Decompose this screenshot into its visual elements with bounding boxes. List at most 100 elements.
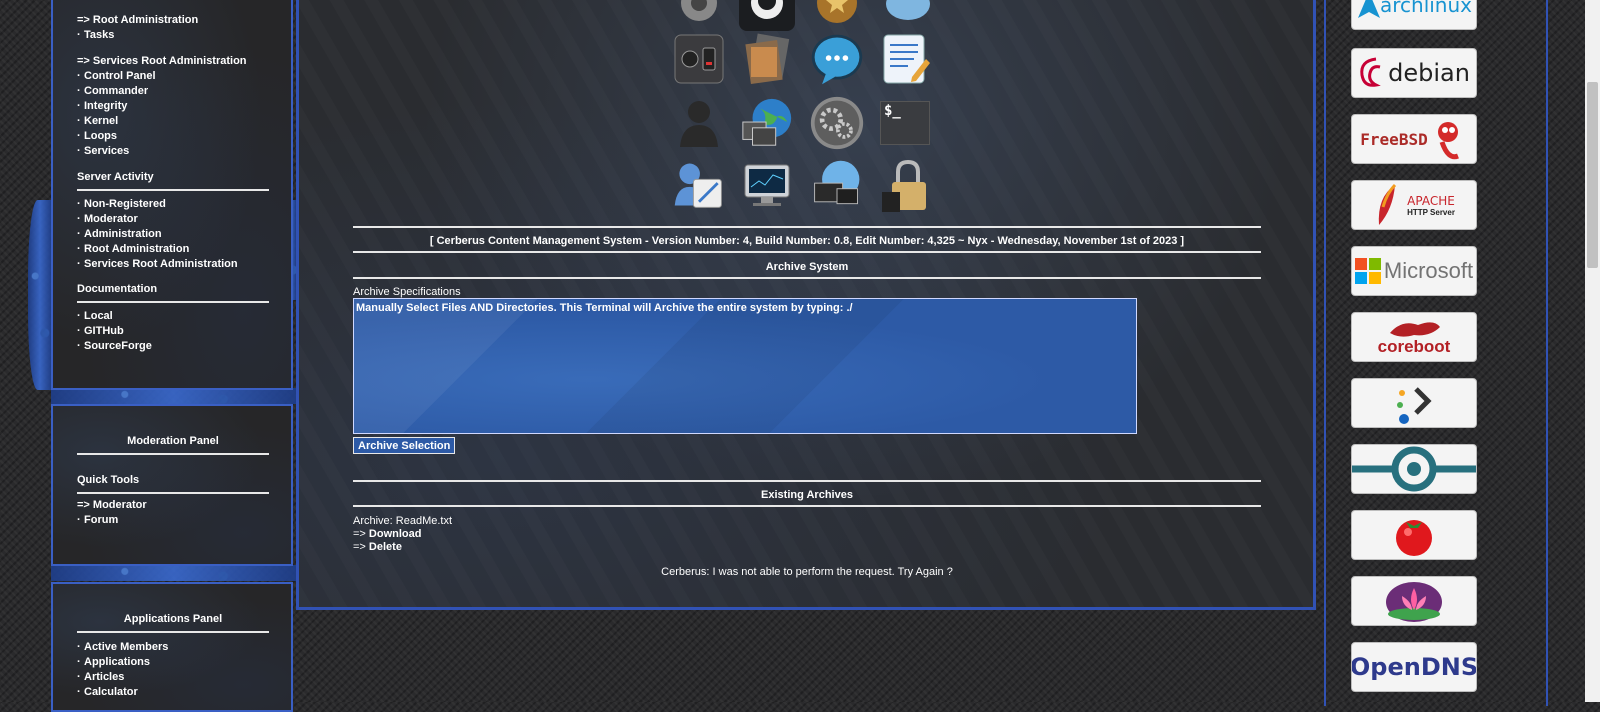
sidebar-item-articles[interactable]: Articles [84,671,124,683]
sidebar-item-root-administration[interactable]: Root Administration [84,243,189,255]
divider [77,189,269,191]
download-row: => Download [353,528,421,541]
devices-globe-icon[interactable] [809,157,865,213]
sidebar-item-forum[interactable]: Forum [84,514,118,526]
user-icon[interactable] [671,95,727,151]
dots-chevron-icon [1397,387,1432,424]
gears-icon[interactable] [809,95,865,151]
sidebar-item-github[interactable]: GITHub [84,325,124,337]
archive-specifications-input[interactable]: Manually Select Files AND Directories. T… [353,298,1137,434]
lotus-logo[interactable] [1351,576,1477,626]
monitor-icon[interactable] [739,157,795,213]
sidebar-item-tasks[interactable]: Tasks [84,29,114,41]
coreboot-label: coreboot [1377,337,1451,356]
sidebar-item-integrity[interactable]: Integrity [84,100,127,112]
existing-archives-title: Existing Archives [761,489,853,501]
sidebar-item-control-panel[interactable]: Control Panel [84,70,156,82]
archive-selection-button[interactable]: Archive Selection [353,437,456,454]
admin-user-icon[interactable] [671,157,727,213]
version-banner: [ Cerberus Content Management System - V… [429,235,1185,247]
chat-bubbles-icon[interactable] [877,0,933,31]
dots-chevron-logo[interactable] [1351,378,1477,428]
sidebar-item-services-root-administration[interactable]: Services Root Administration [84,258,238,270]
moderation-panel: Moderation Panel Quick Tools => Moderato… [51,404,293,566]
tomato-logo[interactable] [1351,510,1477,560]
divider [353,226,1261,228]
divider [353,251,1261,253]
moderation-panel-title: Moderation Panel [127,435,219,447]
sidebar-item-commander[interactable]: Commander [84,85,148,97]
microsoft-logo[interactable]: Microsoft [1351,246,1477,296]
power-switch-icon[interactable] [671,31,727,87]
ring-logo[interactable] [1351,444,1477,494]
status-message: Cerberus: I was not able to perform the … [661,566,953,578]
ring-icon [1352,446,1476,492]
github-icon[interactable] [739,0,795,31]
text-editor-icon[interactable] [877,31,933,87]
terminal-icon[interactable]: $_ [877,95,933,151]
archive-system-title: Archive System [765,261,849,273]
services-root-administration-link[interactable]: => Services Root Administration [77,55,247,67]
lock-icon[interactable] [877,157,933,213]
applications-panel-title: Applications Panel [123,613,223,625]
sidebar-item-active-members[interactable]: Active Members [84,641,168,653]
divider [77,492,269,494]
sidebar-item-calculator[interactable]: Calculator [84,686,138,698]
coreboot-rabbit-icon [1390,322,1440,337]
sidebar-item-kernel[interactable]: Kernel [84,115,118,127]
sidebar-item-sourceforge[interactable]: SourceForge [84,340,152,352]
archlinux-label: archlinux [1379,0,1472,17]
network-globe-icon[interactable] [739,95,795,151]
sidebar-item-administration[interactable]: Administration [84,228,162,240]
opendns-logo[interactable]: OpenDNS [1351,642,1477,692]
coreboot-logo[interactable]: coreboot [1351,312,1477,362]
debian-label: debian [1388,59,1470,87]
debian-swirl-icon [1360,57,1381,87]
apache-feather-icon [1378,183,1397,225]
sidebar-decorative-edge [51,388,297,404]
terminal-glyph: $_ [880,101,930,145]
sidebar-nav-panel: => Root Administration · Tasks => Service… [51,0,293,390]
tomato-icon [1396,520,1432,556]
scrollbar-thumb[interactable] [1587,82,1598,268]
divider [77,631,269,633]
arrow: => [353,528,366,540]
sidebar-item-applications[interactable]: Applications [84,656,150,668]
freebsd-label: FreeBSD [1360,129,1428,149]
os-logo-column: archlinux debian FreeBSD APACHE HTTP Ser… [1324,0,1548,706]
applications-panel: Applications Panel · Active Members · Appl… [51,582,293,712]
archive-file-label: Archive: ReadMe.txt [353,515,453,527]
sidebar-item-local[interactable]: Local [84,310,113,322]
delete-link[interactable]: Delete [369,541,402,553]
divider [353,480,1261,482]
badge-icon[interactable] [809,0,865,31]
root-administration-link[interactable]: => Root Administration [77,14,198,26]
freebsd-logo[interactable]: FreeBSD [1351,114,1477,164]
moderator-link[interactable]: => Moderator [77,499,147,511]
security-camera-icon[interactable] [671,0,727,31]
lotus-icon [1386,582,1442,622]
sidebar-decorative-edge [51,565,297,581]
apache-logo[interactable]: APACHE HTTP Server [1351,180,1477,230]
divider [353,505,1261,507]
app-icon-grid: $_ [671,0,941,221]
sidebar-item-services[interactable]: Services [84,145,129,157]
download-link[interactable]: Download [369,528,422,540]
sidebar-item-loops[interactable]: Loops [84,130,117,142]
microsoft-squares-icon [1354,258,1381,284]
debian-logo[interactable]: debian [1351,48,1477,98]
apache-label: APACHE [1407,193,1455,208]
microsoft-label: Microsoft [1383,258,1474,283]
quick-tools-heading: Quick Tools [77,474,140,486]
arch-icon [1357,0,1380,18]
archlinux-logo[interactable]: archlinux [1351,0,1477,30]
chat-icon[interactable] [809,31,865,87]
freebsd-daemon-icon [1437,122,1459,160]
sidebar-item-non-registered[interactable]: Non-Registered [84,198,166,210]
page-scrollbar[interactable] [1585,0,1600,702]
photo-gallery-icon[interactable] [739,31,795,87]
sidebar-item-moderator[interactable]: Moderator [84,213,138,225]
sidebar-decorative-edge [28,200,52,390]
main-content: $_ [ Cerberus Content Management System … [296,0,1316,610]
archive-specifications-label: Archive Specifications [353,286,461,298]
